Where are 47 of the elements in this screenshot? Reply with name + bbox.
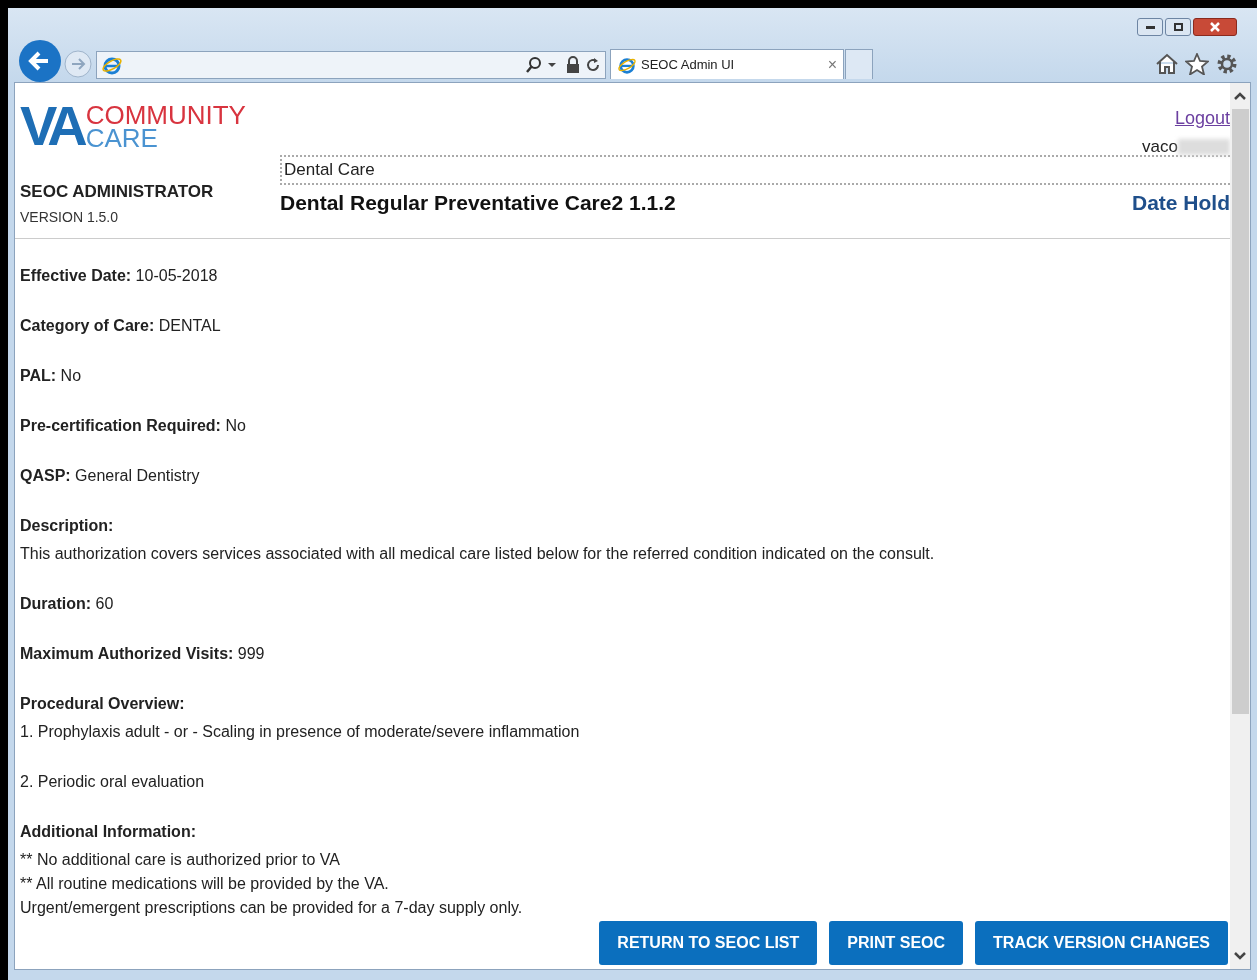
field-text: ** All routine medications will be provided by the VA. [20, 874, 390, 894]
dropdown-caret-icon[interactable] [547, 62, 557, 68]
tab-close-button[interactable]: × [827, 52, 837, 77]
scroll-down-icon[interactable] [1233, 951, 1247, 961]
back-icon[interactable] [18, 39, 62, 83]
minimize-button[interactable] [1137, 18, 1163, 36]
field-text: Effective Date: 10-05-2018 [20, 266, 219, 286]
app-title: SEOC ADMINISTRATOR [20, 181, 215, 203]
action-button[interactable]: RETURN TO SEOC LIST [599, 921, 818, 965]
list-item: 2. Periodic oral evaluation [20, 772, 206, 792]
close-button[interactable] [1193, 18, 1237, 36]
tab-title: SEOC Admin UI [641, 55, 736, 74]
search-icon[interactable] [525, 56, 543, 74]
scrollbar-thumb[interactable] [1231, 109, 1249, 714]
category-field: Dental Care [280, 155, 1230, 185]
star-icon[interactable] [1185, 53, 1209, 75]
field-text: Category of Care: DENTAL [20, 316, 222, 336]
refresh-icon[interactable] [585, 56, 601, 74]
lock-icon [565, 56, 581, 74]
settings-icon[interactable] [1215, 53, 1239, 75]
scrollbar[interactable] [1230, 83, 1250, 969]
version-label: VERSION 1.5.0 [20, 207, 120, 227]
field-text: Pre-certification Required: No [20, 416, 247, 436]
field-text: ** No additional care is authorized prior to VA [20, 850, 341, 870]
redacted-text [1178, 138, 1230, 155]
maximize-button[interactable] [1165, 18, 1191, 36]
field-text: QASP: General Dentistry [20, 466, 201, 486]
browser-tab[interactable]: SEOC Admin UI × [610, 49, 844, 79]
address-bar[interactable] [96, 51, 606, 79]
username: vaco [1142, 136, 1178, 158]
list-item: 1. Prophylaxis adult - or - Scaling in presence of moderate/severe inflammation [20, 722, 581, 742]
field-text: Urgent/emergent prescriptions can be provided for a 7-day supply only. [20, 898, 524, 917]
home-icon[interactable] [1155, 53, 1179, 75]
field-text: PAL: No [20, 366, 83, 386]
logout-link[interactable]: Logout [1174, 105, 1230, 132]
field-text: Maximum Authorized Visits: 999 [20, 644, 266, 664]
field-text: Duration: 60 [20, 594, 115, 614]
scroll-up-icon[interactable] [1233, 91, 1247, 101]
field-label: Description: [20, 516, 115, 536]
status-label: Date Hold [1132, 190, 1230, 216]
close-icon [1210, 22, 1220, 32]
action-button[interactable]: TRACK VERSION CHANGES [975, 921, 1228, 965]
field-text: This authorization covers services associated with all medical care listed below for the referred condition indicated on the consult. [20, 544, 936, 564]
seoc-title: Dental Regular Preventative Care2 1.1.2 [280, 190, 676, 216]
field-label: Procedural Overview: [20, 694, 186, 714]
action-button[interactable]: PRINT SEOC [829, 921, 964, 965]
field-label: Additional Information: [20, 822, 197, 842]
